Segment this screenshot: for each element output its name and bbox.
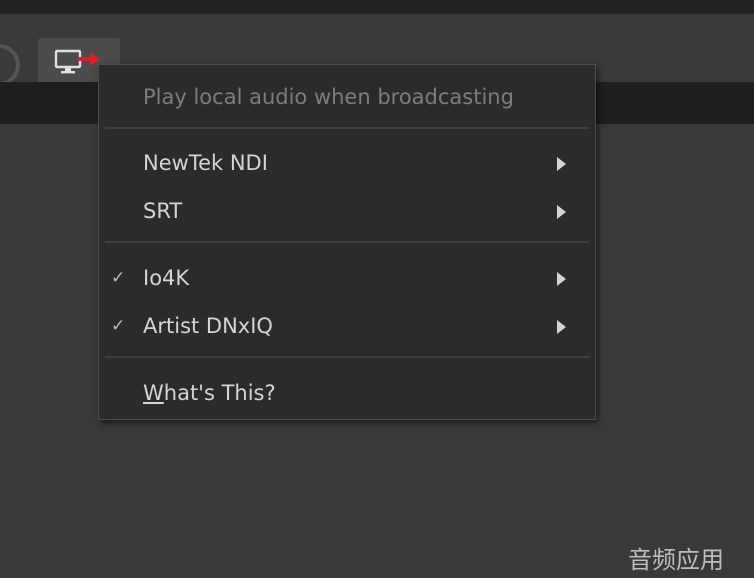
menu-item-label-rest: hat's This? xyxy=(163,381,276,405)
menu-separator xyxy=(105,241,589,243)
menu-item-label: NewTek NDI xyxy=(143,151,268,175)
submenu-arrow-icon xyxy=(557,272,566,286)
mnemonic-letter: W xyxy=(143,381,164,405)
menu-item-srt[interactable]: SRT xyxy=(99,189,595,233)
menu-item-io4k[interactable]: ✓ Io4K xyxy=(99,256,595,300)
menu-separator xyxy=(105,356,589,358)
menu-separator xyxy=(105,127,589,129)
submenu-arrow-icon xyxy=(557,320,566,334)
title-strip xyxy=(0,0,754,14)
broadcast-context-menu: Play local audio when broadcasting NewTe… xyxy=(98,64,596,420)
menu-item-label: What's This? xyxy=(143,371,276,415)
menu-item-label: Artist DNxIQ xyxy=(143,314,273,338)
submenu-arrow-icon xyxy=(557,205,566,219)
submenu-arrow-icon xyxy=(557,157,566,171)
watermark-text: 音频应用 xyxy=(628,546,724,574)
menu-item-whats-this[interactable]: What's This? xyxy=(99,371,595,415)
menu-item-play-local-audio[interactable]: Play local audio when broadcasting xyxy=(99,75,595,119)
menu-item-label: SRT xyxy=(143,199,183,223)
menu-item-artist-dnxiq[interactable]: ✓ Artist DNxIQ xyxy=(99,304,595,348)
record-button[interactable] xyxy=(0,44,20,86)
checkmark-icon: ✓ xyxy=(111,316,126,336)
menu-item-label: Io4K xyxy=(143,266,190,290)
checkmark-icon: ✓ xyxy=(111,268,126,288)
menu-item-newtek-ndi[interactable]: NewTek NDI xyxy=(99,141,595,185)
menu-item-label: Play local audio when broadcasting xyxy=(143,85,514,109)
